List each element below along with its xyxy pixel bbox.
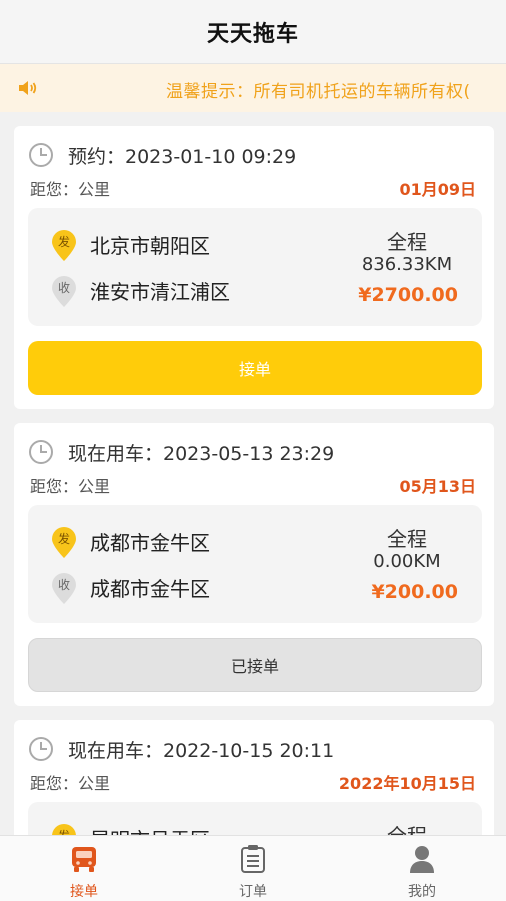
order-taken-button[interactable]: 已接单 — [28, 638, 482, 692]
route-distance: 836.33KM — [361, 254, 453, 275]
order-time: 预约：2023-01-10 09:29 — [68, 145, 297, 168]
route-label: 全程 — [387, 230, 427, 254]
order-price: ¥2700.00 — [358, 284, 458, 306]
order-date: 05月13日 — [399, 477, 476, 496]
pickup-pin-icon: 发 — [50, 525, 78, 559]
notice-bar: 温馨提示：所有司机托运的车辆所有权( — [0, 64, 506, 112]
dropoff-address: 淮安市清江浦区 — [90, 280, 230, 304]
user-icon — [410, 846, 434, 873]
bottom-tab-bar: 接单 订单 我的 — [0, 835, 506, 901]
pickup-address: 北京市朝阳区 — [90, 234, 210, 258]
notice-text: 温馨提示：所有司机托运的车辆所有权( — [166, 82, 471, 102]
order-time: 现在用车：2022-10-15 20:11 — [68, 739, 335, 762]
truck-icon — [72, 847, 96, 872]
pickup-pin-icon: 发 — [50, 822, 78, 835]
clock-icon — [29, 440, 53, 464]
accept-order-button[interactable]: 接单 — [28, 341, 482, 395]
app-title: 天天拖车 — [206, 21, 299, 47]
tab-orders[interactable]: 订单 — [169, 836, 337, 901]
order-list[interactable]: 预约：2023-01-10 09:29 距您：公里 01月09日 发 北京市朝阳… — [0, 113, 506, 835]
tab-label: 接单 — [70, 884, 98, 900]
tab-accept-orders[interactable]: 接单 — [0, 836, 168, 901]
order-card[interactable]: 预约：2023-01-10 09:29 距您：公里 01月09日 发 北京市朝阳… — [14, 126, 494, 409]
route-label: 全程 — [352, 820, 462, 835]
route-box: 发 北京市朝阳区 收 淮安市清江浦区 全程 836.33KM ¥2700.00 — [28, 208, 482, 326]
tab-profile[interactable]: 我的 — [338, 836, 506, 901]
route-distance: 0.00KM — [373, 551, 441, 572]
tab-label: 我的 — [408, 884, 436, 900]
route-box: 发 昆明市呈贡区 全程 — [28, 802, 482, 835]
distance-label: 距您：公里 — [30, 477, 111, 496]
order-card[interactable]: 现在用车：2023-05-13 23:29 距您：公里 05月13日 发 成都市… — [14, 423, 494, 706]
order-date: 2022年10月15日 — [338, 774, 476, 793]
clock-icon — [29, 737, 53, 761]
pickup-address: 成都市金牛区 — [90, 531, 210, 555]
route-label: 全程 — [387, 527, 427, 551]
route-box: 发 成都市金牛区 收 成都市金牛区 全程 0.00KM ¥200.00 — [28, 505, 482, 623]
pickup-address: 昆明市呈贡区 — [90, 824, 210, 835]
dropoff-address: 成都市金牛区 — [90, 577, 210, 601]
distance-label: 距您：公里 — [30, 774, 111, 793]
tab-label: 订单 — [239, 884, 267, 900]
distance-label: 距您：公里 — [30, 180, 111, 199]
clipboard-icon — [241, 845, 265, 873]
dropoff-pin-icon: 收 — [50, 571, 78, 605]
speaker-icon — [19, 81, 37, 95]
order-time: 现在用车：2023-05-13 23:29 — [68, 442, 335, 465]
dropoff-pin-icon: 收 — [50, 274, 78, 308]
order-date: 01月09日 — [399, 180, 476, 199]
clock-icon — [29, 143, 53, 167]
order-price: ¥200.00 — [371, 581, 458, 603]
order-card[interactable]: 现在用车：2022-10-15 20:11 距您：公里 2022年10月15日 … — [14, 720, 494, 835]
pickup-pin-icon: 发 — [50, 228, 78, 262]
app-header: 天天拖车 — [0, 0, 506, 64]
